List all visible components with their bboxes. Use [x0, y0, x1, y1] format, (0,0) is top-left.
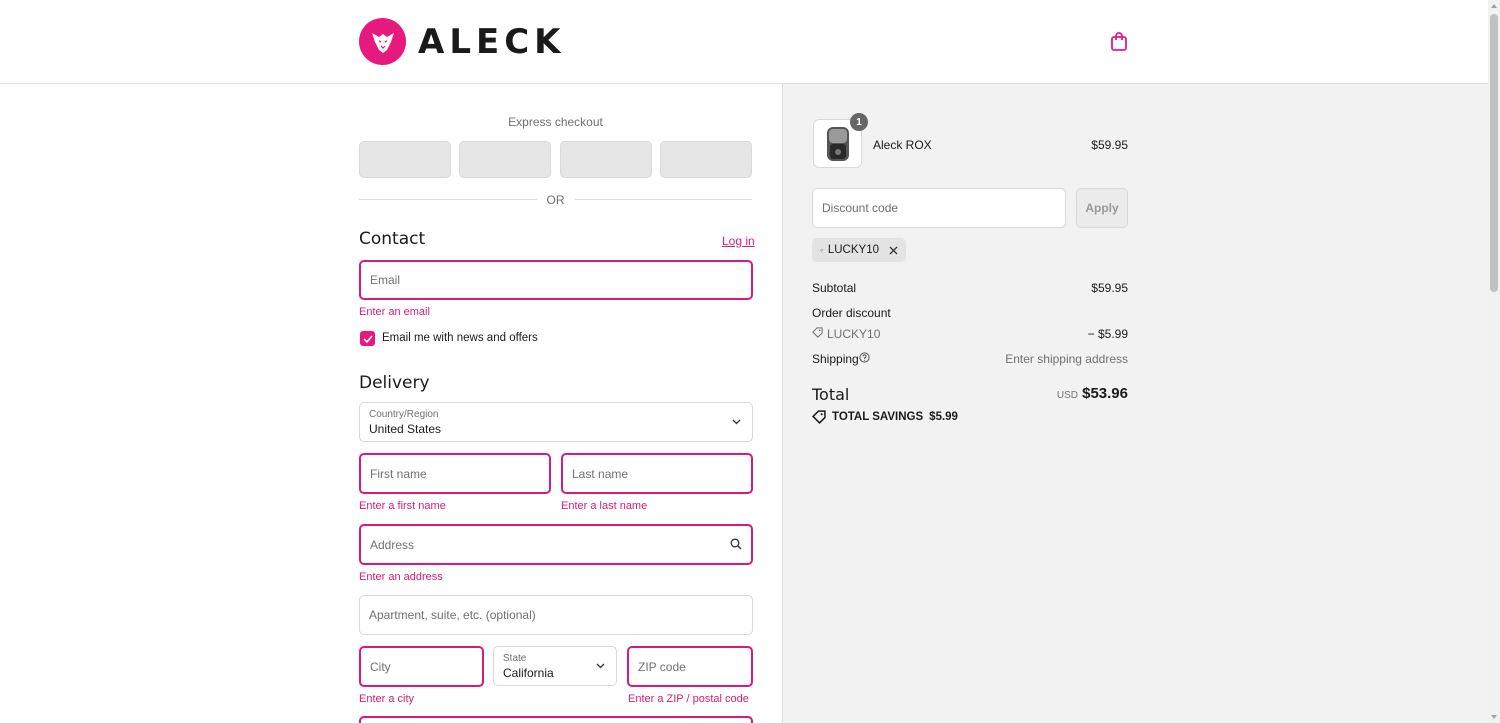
product-price: $59.95 [1091, 138, 1128, 152]
country-select[interactable]: Country/Region United States [359, 402, 753, 442]
express-pay-button-2[interactable] [459, 141, 551, 178]
currency-code: USD [1056, 390, 1078, 401]
chevron-down-icon [596, 663, 605, 669]
brand-logo[interactable]: ALECK [359, 18, 566, 65]
shipping-label: Shipping [812, 352, 859, 366]
state-select[interactable]: State California [493, 646, 617, 686]
page-scrollbar[interactable] [1488, 0, 1500, 723]
or-label: OR [536, 193, 575, 207]
express-checkout-label: Express checkout [508, 115, 603, 129]
subtotal-value: $59.95 [1091, 281, 1128, 295]
login-link[interactable]: Log in [722, 234, 755, 248]
remove-code-icon[interactable] [889, 246, 898, 255]
tag-icon [812, 410, 826, 424]
country-label: Country/Region [369, 409, 439, 420]
product-image [826, 126, 849, 161]
tag-icon [820, 248, 823, 252]
scroll-up-icon[interactable] [1491, 4, 1497, 8]
discount-code-field[interactable] [812, 188, 1066, 228]
site-header: ALECK [0, 0, 1488, 84]
city-field[interactable] [359, 646, 484, 687]
apartment-input[interactable] [360, 596, 752, 634]
address-field[interactable] [359, 524, 753, 565]
last-name-error: Enter a last name [561, 500, 648, 512]
phone-field[interactable] [359, 716, 753, 723]
checkmark-icon [362, 334, 373, 343]
total-label: Total [812, 385, 850, 404]
scrollbar-thumb[interactable] [1490, 14, 1498, 292]
order-discount-label: Order discount [812, 306, 891, 320]
delivery-title: Delivery [359, 373, 430, 393]
zip-error: Enter a ZIP / postal code [628, 693, 749, 705]
express-pay-button-4[interactable] [660, 141, 752, 178]
address-input[interactable] [361, 526, 751, 563]
newsletter-checkbox[interactable] [360, 331, 375, 346]
apply-discount-button[interactable]: Apply [1076, 188, 1128, 228]
state-value: California [503, 666, 554, 680]
last-name-field[interactable] [561, 453, 753, 494]
subtotal-label: Subtotal [812, 281, 857, 295]
address-error: Enter an address [359, 571, 443, 583]
applied-code: LUCKY10 [827, 244, 879, 256]
zip-field[interactable] [627, 646, 753, 687]
email-error: Enter an email [359, 306, 430, 318]
tag-icon [812, 327, 823, 338]
brand-name: ALECK [418, 21, 566, 62]
city-input[interactable] [361, 648, 482, 685]
product-name: Aleck ROX [873, 138, 932, 152]
total-savings: TOTAL SAVINGS $5.99 [812, 410, 958, 424]
discount-code-label: LUCKY10 [827, 327, 881, 341]
scroll-down-icon[interactable] [1491, 715, 1497, 719]
order-summary [782, 84, 1488, 723]
zip-input[interactable] [629, 648, 751, 685]
express-pay-button-3[interactable] [560, 141, 652, 178]
quantity-badge: 1 [850, 113, 868, 131]
apartment-field[interactable] [359, 595, 753, 635]
shipping-value: Enter shipping address [1005, 352, 1128, 366]
discount-code-input[interactable] [813, 189, 1065, 227]
country-value: United States [369, 422, 442, 436]
email-field[interactable] [359, 260, 753, 300]
savings-label: TOTAL SAVINGS [832, 411, 924, 423]
email-input[interactable] [361, 262, 751, 298]
city-error: Enter a city [359, 693, 415, 705]
lion-logo-icon [359, 18, 406, 65]
or-divider: OR [359, 192, 752, 208]
total-value: $53.96 [1082, 385, 1128, 402]
first-name-error: Enter a first name [359, 500, 446, 512]
first-name-field[interactable] [359, 453, 551, 494]
newsletter-label: Email me with news and offers [382, 332, 538, 344]
express-pay-button-1[interactable] [359, 141, 451, 178]
search-icon[interactable] [730, 538, 742, 550]
savings-value: $5.99 [929, 411, 958, 423]
applied-code-tag: LUCKY10 [812, 238, 906, 262]
contact-title: Contact [359, 229, 426, 249]
first-name-input[interactable] [361, 455, 549, 492]
state-label: State [503, 653, 527, 664]
chevron-down-icon [732, 419, 741, 425]
shopping-bag-icon[interactable] [1110, 32, 1128, 52]
discount-value: − $5.99 [1087, 327, 1128, 341]
help-icon[interactable] [859, 352, 870, 363]
last-name-input[interactable] [563, 455, 751, 492]
